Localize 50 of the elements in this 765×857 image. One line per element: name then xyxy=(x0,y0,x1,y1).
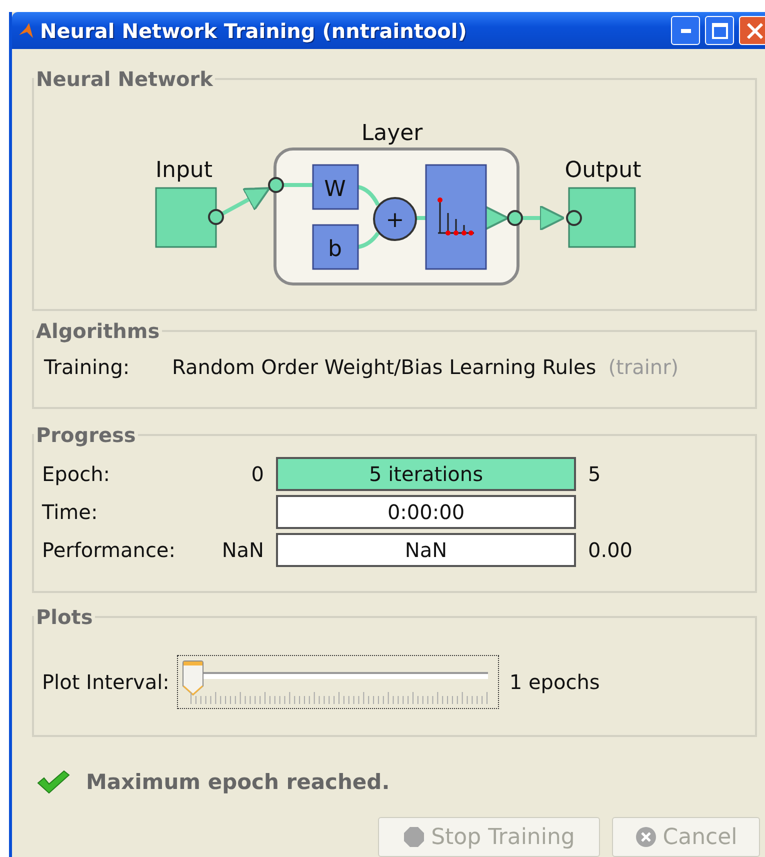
field-label: Training: xyxy=(44,355,131,379)
plot-interval-value: 1 epochs xyxy=(509,670,600,694)
status-message: Maximum epoch reached. xyxy=(86,770,390,794)
training-function-code: (trainr) xyxy=(608,355,679,379)
layer-label: Layer xyxy=(361,121,423,146)
connector-arrow xyxy=(522,205,565,231)
window-title: Neural Network Training (nntraintool) xyxy=(40,18,468,42)
output-block xyxy=(568,187,636,248)
connector-line xyxy=(416,216,426,220)
range-end-value: 0.00 xyxy=(588,538,633,562)
slider-thumb[interactable] xyxy=(182,660,204,696)
connection-node xyxy=(566,210,582,226)
range-start-value: 0 xyxy=(250,462,264,486)
connector-line xyxy=(358,185,380,206)
field-label: Epoch: xyxy=(42,462,111,486)
field-label: Time: xyxy=(42,500,99,524)
field-label: Plot Interval: xyxy=(42,670,170,694)
bias-block: b xyxy=(312,224,359,270)
range-start-value: NaN xyxy=(220,538,264,562)
stop-sign-icon xyxy=(403,826,426,848)
range-end-value: 5 xyxy=(588,462,601,486)
panel-title: Neural Network xyxy=(35,67,214,91)
maximize-icon xyxy=(712,22,728,38)
progress-bar: NaN xyxy=(276,533,576,567)
app-logo-icon xyxy=(18,22,34,40)
close-button[interactable] xyxy=(739,16,765,45)
input-label: Input xyxy=(156,158,212,183)
close-icon xyxy=(746,22,764,40)
panel-title: Plots xyxy=(35,605,94,629)
close-icon xyxy=(634,826,657,848)
panel-title: Progress xyxy=(35,423,137,447)
minimize-button[interactable] xyxy=(671,16,700,45)
field-label: Performance: xyxy=(42,538,176,562)
connector-line xyxy=(358,232,380,249)
minimize-icon xyxy=(680,28,690,32)
progress-bar: 5 iterations xyxy=(276,457,576,491)
connector-arrow xyxy=(219,187,271,217)
connection-node xyxy=(268,177,284,193)
panel-title: Algorithms xyxy=(35,319,161,343)
training-algorithm-name: Random Order Weight/Bias Learning Rules xyxy=(172,355,596,379)
maximize-button[interactable] xyxy=(705,16,734,45)
checkmark-icon xyxy=(36,769,70,795)
connection-node xyxy=(507,210,523,226)
weight-block: W xyxy=(312,164,359,210)
sum-node: + xyxy=(373,197,417,241)
output-label: Output xyxy=(564,158,642,183)
connection-node xyxy=(208,209,224,225)
plot-interval-slider[interactable] xyxy=(177,655,500,709)
input-block xyxy=(155,187,217,248)
progress-bar: 0:00:00 xyxy=(276,495,576,529)
